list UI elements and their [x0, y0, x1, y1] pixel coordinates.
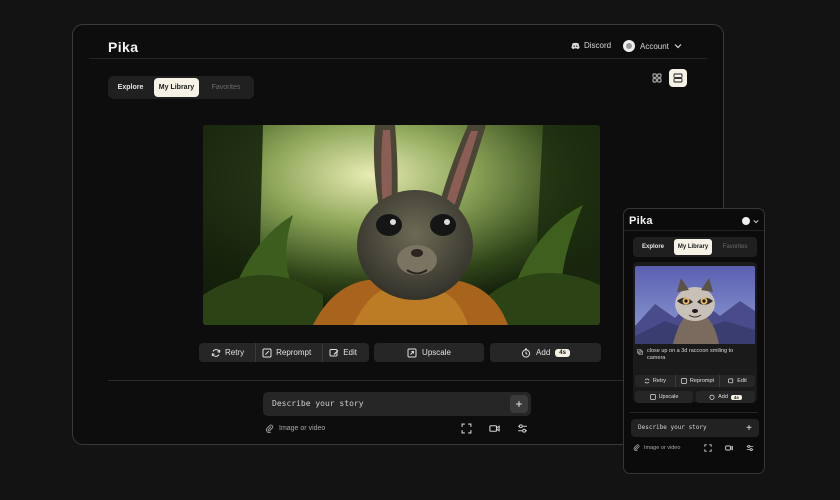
mobile-tab-explore[interactable]: Explore	[635, 239, 671, 255]
timer-icon	[521, 348, 531, 358]
video-actions: Retry Reprompt Edit Upscale Add 4s	[199, 343, 602, 363]
mobile-upscale-label: Upscale	[658, 394, 679, 400]
rabbit-video-frame	[203, 125, 600, 325]
mobile-prompt-controls	[704, 444, 758, 452]
mobile-add-time-button[interactable]: Add 4s	[696, 391, 755, 403]
camera-icon[interactable]	[725, 444, 733, 452]
view-toggle	[648, 69, 688, 89]
grid-view-button[interactable]	[648, 69, 666, 87]
add-time-button[interactable]: Add 4s	[490, 343, 601, 362]
mobile-video-card: close up on a 3d raccoon smiling to came…	[633, 262, 757, 403]
mobile-reprompt-label: Reprompt	[689, 378, 715, 384]
tab-favorites[interactable]: Favorites	[202, 78, 250, 97]
header-divider	[89, 58, 707, 59]
aspect-ratio-icon[interactable]	[704, 444, 712, 452]
mobile-submit-prompt-button[interactable]: +	[742, 421, 756, 435]
reprompt-button[interactable]: Reprompt	[255, 343, 317, 362]
add-label: Add	[536, 348, 551, 357]
reprompt-label: Reprompt	[276, 348, 312, 357]
mobile-content-divider	[630, 412, 758, 413]
chevron-down-icon	[753, 219, 759, 223]
prompt-placeholder: Describe your story	[272, 399, 364, 408]
discord-link[interactable]: Discord	[571, 41, 611, 50]
plus-icon: +	[515, 397, 523, 411]
retry-label: Retry	[224, 348, 245, 357]
retry-icon	[644, 378, 650, 384]
settings-sliders-icon[interactable]	[746, 444, 754, 452]
edit-icon	[728, 378, 734, 384]
mobile-secondary-actions: Upscale Add 4s	[635, 391, 755, 403]
avatar	[623, 40, 635, 52]
grid-icon	[652, 73, 662, 83]
submit-prompt-button[interactable]: +	[510, 395, 528, 413]
mobile-avatar	[742, 217, 750, 225]
timer-icon	[709, 394, 715, 400]
account-label: Account	[640, 41, 669, 51]
caption-text: close up on a 3d raccoon smiling to came…	[647, 348, 734, 362]
story-prompt-input[interactable]: Describe your story +	[263, 392, 531, 416]
edit-button[interactable]: Edit	[322, 343, 363, 362]
mobile-add-label: Add	[718, 394, 728, 400]
mobile-pika-logo[interactable]: Pika	[629, 215, 653, 227]
edit-action-group: Retry Reprompt Edit	[199, 343, 369, 362]
duration-badge: 4s	[555, 348, 570, 357]
settings-sliders-icon[interactable]	[517, 423, 528, 434]
camera-icon[interactable]	[489, 423, 500, 434]
mobile-duration-badge: 4s	[730, 394, 742, 400]
prompt-controls	[461, 423, 527, 435]
paperclip-icon	[633, 444, 640, 451]
mobile-attach-label: Image or video	[644, 444, 681, 451]
raccoon-video-frame	[635, 266, 755, 344]
edit-label: Edit	[343, 348, 358, 357]
mobile-story-prompt-input[interactable]: Describe your story +	[631, 419, 759, 437]
content-divider	[108, 380, 688, 381]
upscale-button[interactable]: Upscale	[374, 343, 484, 362]
mobile-library-tabs: Explore My Library Favorites	[633, 237, 757, 257]
edit-icon	[329, 348, 339, 356]
tab-my-library[interactable]: My Library	[154, 78, 199, 97]
video-preview[interactable]	[203, 125, 600, 325]
mobile-upscale-button[interactable]: Upscale	[635, 391, 693, 403]
reprompt-icon	[681, 378, 687, 384]
mobile-account-menu[interactable]	[742, 217, 759, 225]
mobile-reprompt-button[interactable]: Reprompt	[675, 375, 719, 387]
tab-explore[interactable]: Explore	[110, 78, 151, 97]
mobile-tab-favorites[interactable]: Favorites	[715, 239, 755, 255]
mobile-attach-media-button[interactable]: Image or video	[633, 444, 680, 451]
discord-label: Discord	[584, 41, 612, 50]
upscale-label: Upscale	[422, 348, 451, 357]
copy-prompt-icon[interactable]	[637, 349, 643, 355]
attach-label: Image or video	[279, 425, 326, 432]
mobile-header-divider	[624, 230, 764, 231]
library-tabs: Explore My Library Favorites	[108, 76, 254, 99]
upscale-icon	[407, 348, 417, 357]
list-view-button[interactable]	[669, 69, 687, 87]
paperclip-icon	[266, 424, 274, 433]
mobile-prompt-placeholder: Describe your story	[638, 424, 707, 431]
mobile-edit-label: Edit	[737, 378, 747, 384]
top-bar: Pika Discord Account	[73, 25, 723, 61]
retry-icon	[211, 348, 221, 357]
reprompt-icon	[262, 348, 272, 357]
mobile-tab-my-library[interactable]: My Library	[674, 239, 712, 255]
account-menu[interactable]: Account	[623, 40, 682, 52]
raccoon-video-thumbnail[interactable]	[635, 266, 755, 344]
pika-logo[interactable]: Pika	[108, 39, 138, 55]
upscale-icon	[649, 394, 656, 400]
plus-icon: +	[746, 422, 752, 434]
mobile-retry-label: Retry	[652, 378, 667, 384]
video-caption: close up on a 3d raccoon smiling to came…	[637, 348, 753, 363]
attach-media-button[interactable]: Image or video	[265, 424, 325, 433]
chevron-down-icon	[674, 44, 682, 49]
discord-icon	[571, 42, 580, 49]
mobile-panel: Pika Explore My Library Favorites close …	[623, 208, 765, 474]
aspect-ratio-icon[interactable]	[461, 423, 472, 434]
mobile-edit-action-group: Retry Reprompt Edit	[635, 375, 755, 387]
list-view-icon	[673, 73, 683, 83]
mobile-edit-button[interactable]: Edit	[719, 375, 755, 387]
mobile-retry-button[interactable]: Retry	[635, 375, 675, 387]
retry-button[interactable]: Retry	[205, 343, 250, 362]
